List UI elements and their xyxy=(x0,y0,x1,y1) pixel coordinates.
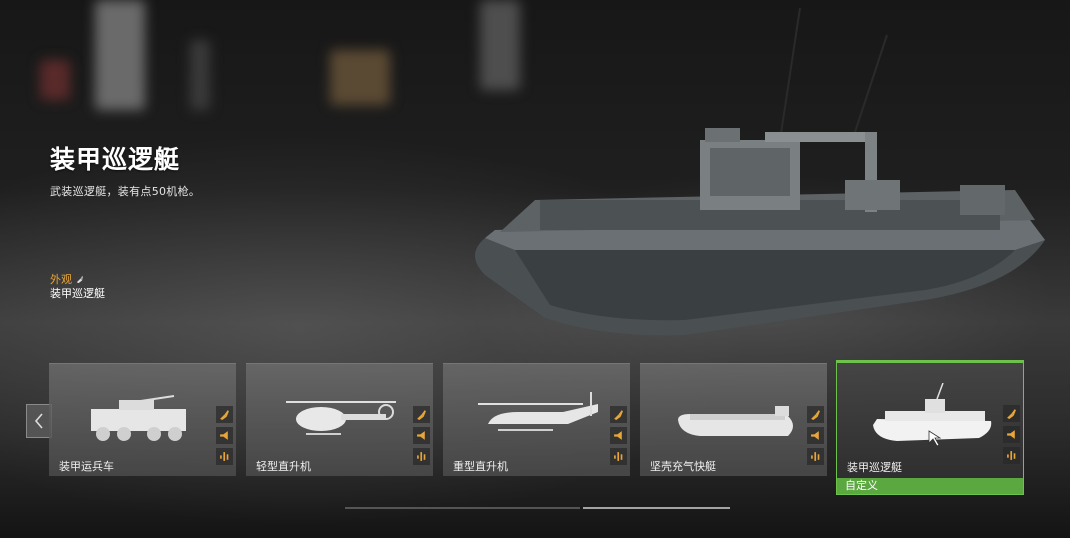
horn-icon xyxy=(811,431,819,440)
customize-horn-button[interactable] xyxy=(610,427,627,444)
vehicle-card-label: 重型直升机 xyxy=(453,460,508,473)
background-light xyxy=(330,50,390,105)
vehicle-card-label: 坚壳充气快艇 xyxy=(650,460,716,473)
customize-audio-button[interactable] xyxy=(216,448,233,465)
background-light xyxy=(190,40,210,110)
customize-skin-button[interactable] xyxy=(1003,405,1020,422)
vehicle-preview-model xyxy=(475,7,1045,336)
vehicle-card-label: 装甲运兵车 xyxy=(59,460,114,473)
vehicle-card-label: 装甲巡逻艇 xyxy=(847,461,902,474)
customize-skin-button[interactable] xyxy=(216,406,233,423)
horn-icon xyxy=(614,431,622,440)
chevron-left-icon xyxy=(34,413,43,429)
horn-icon xyxy=(417,431,425,440)
customize-audio-button[interactable] xyxy=(413,448,430,465)
apc-icon xyxy=(91,395,186,441)
card-action-icons xyxy=(610,406,627,465)
audio-icon xyxy=(1007,451,1016,460)
customize-skin-button[interactable] xyxy=(413,406,430,423)
brush-icon xyxy=(76,275,84,283)
light-helicopter-icon xyxy=(286,401,396,435)
customize-skin-button[interactable] xyxy=(610,406,627,423)
brush-icon xyxy=(614,410,623,420)
brush-icon xyxy=(1007,409,1016,419)
brush-icon xyxy=(220,410,229,420)
customize-horn-button[interactable] xyxy=(807,427,824,444)
vehicle-card-label: 轻型直升机 xyxy=(256,460,311,473)
brush-icon xyxy=(417,410,426,420)
audio-icon xyxy=(811,452,820,461)
background-light xyxy=(40,60,70,100)
customize-skin-button[interactable] xyxy=(807,406,824,423)
carousel-pager-active-segment xyxy=(583,507,730,509)
vehicle-card-armored-patrol-boat[interactable]: 装甲巡逻艇 自定义 xyxy=(836,360,1024,495)
armored-patrol-boat-icon xyxy=(873,383,992,447)
card-action-icons xyxy=(1003,405,1020,464)
customize-audio-button[interactable] xyxy=(807,448,824,465)
skin-name: 装甲巡逻艇 xyxy=(50,287,105,300)
background-light xyxy=(95,0,145,110)
vehicle-card-apc[interactable]: 装甲运兵车 xyxy=(49,363,236,476)
rhib-icon xyxy=(678,406,793,436)
customize-audio-button[interactable] xyxy=(610,448,627,465)
carousel-pager-segment xyxy=(345,507,580,509)
customize-horn-button[interactable] xyxy=(413,427,430,444)
audio-icon xyxy=(220,452,229,461)
vehicle-card-rhib[interactable]: 坚壳充气快艇 xyxy=(640,363,827,476)
card-action-icons xyxy=(807,406,824,465)
vehicle-description: 武装巡逻艇，装有点50机枪。 xyxy=(50,185,201,198)
brush-icon xyxy=(811,410,820,420)
customize-horn-button[interactable] xyxy=(1003,426,1020,443)
horn-icon xyxy=(220,431,228,440)
customize-horn-button[interactable] xyxy=(216,427,233,444)
card-action-icons xyxy=(216,406,233,465)
horn-icon xyxy=(1007,430,1015,439)
vehicle-card-light-helicopter[interactable]: 轻型直升机 xyxy=(246,363,433,476)
audio-icon xyxy=(614,452,623,461)
customize-audio-button[interactable] xyxy=(1003,447,1020,464)
audio-icon xyxy=(417,452,426,461)
title-side-tag xyxy=(36,140,46,170)
card-action-icons xyxy=(413,406,430,465)
vehicle-title: 装甲巡逻艇 xyxy=(50,145,181,174)
vehicle-card-heavy-helicopter[interactable]: 重型直升机 xyxy=(443,363,630,476)
heavy-helicopter-icon xyxy=(478,392,598,431)
custom-badge: 自定义 xyxy=(837,478,1023,494)
